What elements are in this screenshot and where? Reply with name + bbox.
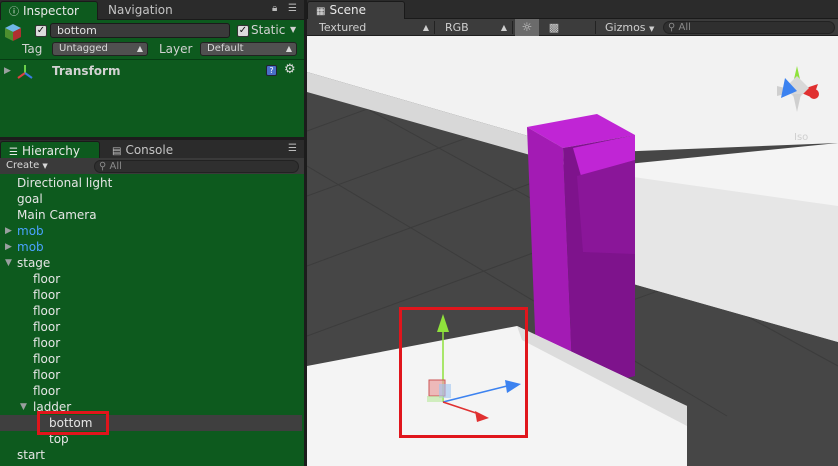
gizmos-dropdown[interactable]: Gizmos ▼ — [605, 19, 655, 36]
hierarchy-search-input[interactable]: ⚲ All — [94, 160, 299, 173]
chevron-down-icon: ▼ — [649, 25, 655, 33]
chevron-updown-icon: ▲︎ — [136, 44, 143, 53]
tab-navigation[interactable]: Navigation — [100, 1, 181, 20]
search-icon: ⚲ — [99, 161, 107, 172]
hierarchy-item-label: floor — [33, 336, 61, 350]
search-icon: ⚲ — [668, 22, 676, 33]
hierarchy-item-label: mob — [17, 224, 44, 238]
hierarchy-item-label: mob — [17, 240, 44, 254]
chevron-updown-icon: ▲︎ — [500, 23, 507, 32]
hierarchy-item-label: floor — [33, 320, 61, 334]
hierarchy-item[interactable]: goal — [0, 191, 302, 207]
hierarchy-item-label: floor — [33, 288, 61, 302]
hierarchy-item[interactable]: floor — [0, 351, 302, 367]
separator — [512, 21, 513, 34]
hierarchy-item-label: start — [17, 448, 45, 462]
transform-axes-icon — [17, 65, 33, 79]
render-mode-dropdown[interactable]: Textured ▲︎ — [319, 19, 431, 36]
expanded-arrow-icon[interactable]: ▼ — [20, 399, 27, 415]
divider — [0, 59, 304, 60]
inspector-tabbar: ⓘ Inspector Navigation 🔒︎ ☰ — [0, 0, 304, 20]
chevron-updown-icon: ▲︎ — [422, 23, 429, 32]
sun-icon[interactable]: ☼ — [515, 19, 539, 36]
hierarchy-item[interactable]: ▶ mob — [0, 223, 302, 239]
menu-icon[interactable]: ☰ — [288, 3, 297, 14]
highlight-box-hierarchy — [37, 411, 109, 435]
separator — [434, 21, 435, 34]
hierarchy-item[interactable]: floor — [0, 319, 302, 335]
hierarchy-item[interactable]: start — [0, 447, 302, 463]
info-icon: ⓘ — [9, 7, 19, 18]
scene-toolbar: Textured ▲︎ RGB ▲︎ ☼ ▩ Gizmos ▼ ⚲ All — [307, 19, 838, 36]
hierarchy-item-label: stage — [17, 256, 51, 270]
scene-tabbar: ▦ Scene — [307, 0, 838, 19]
hierarchy-item-label: floor — [33, 272, 61, 286]
tag-label: Tag — [22, 42, 43, 56]
hierarchy-item-label: Main Camera — [17, 208, 97, 222]
hierarchy-tabbar: ☰ Hierarchy ▤ Console ☰ — [0, 140, 304, 160]
collapsed-arrow-icon[interactable]: ▶ — [5, 223, 12, 239]
layer-dropdown[interactable]: Default ▲︎ — [200, 42, 297, 56]
hierarchy-item[interactable]: floor — [0, 271, 302, 287]
hierarchy-item-label: floor — [33, 368, 61, 382]
hierarchy-item-label: floor — [33, 304, 61, 318]
chevron-down-icon: ▼ — [42, 162, 48, 170]
hierarchy-item[interactable]: ▼ stage — [0, 255, 302, 271]
hierarchy-item[interactable]: ▶ mob — [0, 239, 302, 255]
hierarchy-item[interactable]: Main Camera — [0, 207, 302, 223]
color-mode-dropdown[interactable]: RGB ▲︎ — [445, 19, 509, 36]
gear-icon[interactable]: ⚙ — [284, 62, 296, 77]
object-name-field[interactable]: bottom — [50, 23, 230, 38]
create-dropdown[interactable]: Create ▼ — [6, 159, 48, 173]
image-icon[interactable]: ▩ — [543, 19, 565, 36]
hierarchy-item[interactable]: floor — [0, 287, 302, 303]
hierarchy-item[interactable]: floor — [0, 303, 302, 319]
tab-inspector[interactable]: ⓘ Inspector — [0, 1, 98, 20]
hierarchy-item-label: Directional light — [17, 176, 113, 190]
static-dropdown-arrow[interactable]: ▼ — [290, 25, 296, 34]
static-label: Static — [251, 23, 286, 37]
help-icon[interactable]: ? — [266, 65, 277, 76]
highlight-box-gizmo — [399, 307, 528, 438]
active-checkbox[interactable]: ✓ — [35, 25, 47, 37]
static-checkbox[interactable]: ✓ — [237, 25, 249, 37]
collapsed-arrow-icon[interactable]: ▶ — [5, 239, 12, 255]
left-panel: ⓘ Inspector Navigation 🔒︎ ☰ ✓ bottom ✓ St… — [0, 0, 304, 466]
scene-icon: ▦ — [316, 6, 326, 17]
ladder-notch — [577, 160, 635, 254]
scene-search-input[interactable]: ⚲ All — [663, 21, 835, 34]
expanded-arrow-icon[interactable]: ▼ — [5, 255, 12, 271]
hierarchy-item[interactable]: Directional light — [0, 175, 302, 191]
tag-dropdown[interactable]: Untagged ▲︎ — [52, 42, 148, 56]
chevron-updown-icon: ▲︎ — [285, 44, 292, 53]
scene-view: ▦ Scene Textured ▲︎ RGB ▲︎ ☼ ▩ Gizmos ▼ ⚲ A… — [307, 0, 838, 466]
lock-icon[interactable]: 🔒︎ — [272, 3, 277, 14]
component-title: Transform — [52, 64, 121, 78]
menu-icon[interactable]: ☰ — [288, 143, 297, 154]
scene-canvas[interactable] — [307, 36, 838, 466]
hierarchy-item[interactable]: floor — [0, 367, 302, 383]
hierarchy-item-label: goal — [17, 192, 43, 206]
tab-scene[interactable]: ▦ Scene — [307, 1, 405, 19]
layer-label: Layer — [159, 42, 193, 56]
hierarchy-item[interactable]: floor — [0, 335, 302, 351]
separator — [595, 21, 596, 34]
hierarchy-item-label: floor — [33, 384, 61, 398]
hierarchy-item[interactable]: floor — [0, 383, 302, 399]
expand-arrow-icon[interactable]: ▶ — [4, 66, 11, 76]
gameobject-icon — [5, 24, 21, 41]
hierarchy-item-label: floor — [33, 352, 61, 366]
view-label: Iso — [794, 132, 809, 143]
